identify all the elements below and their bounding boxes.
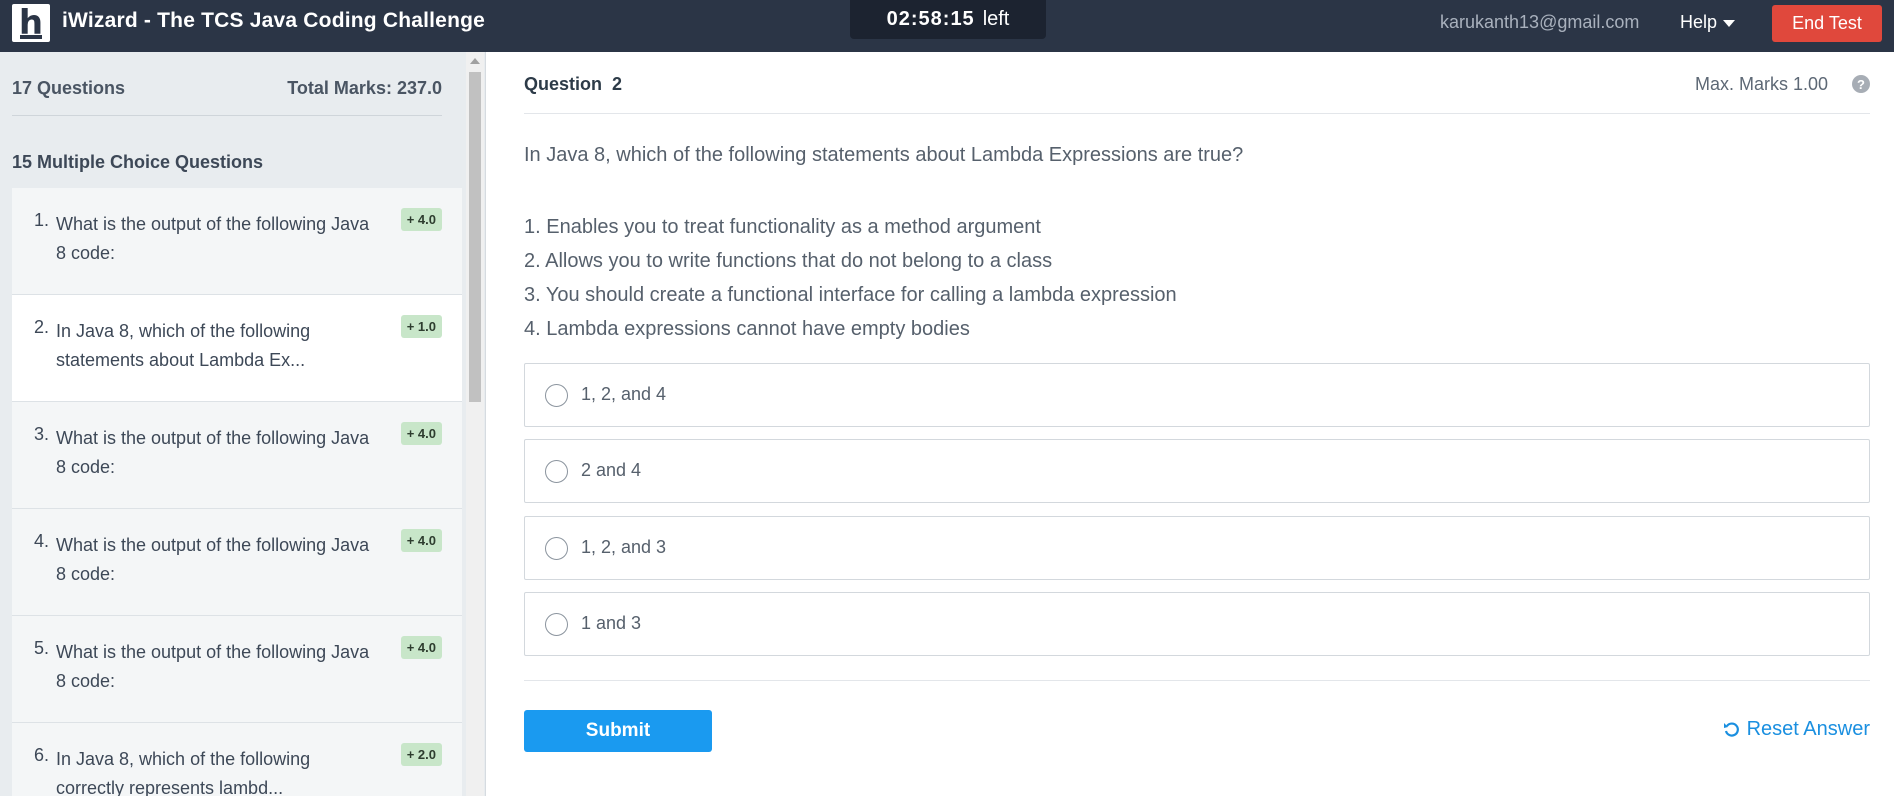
statement: 2. Allows you to write functions that do… (524, 250, 1053, 272)
reset-label: Reset Answer (1746, 718, 1870, 740)
question-statements: 1. Enables you to treat functionality as… (524, 210, 1177, 346)
question-number: 2. (34, 317, 50, 337)
option-label: 2 and 4 (581, 460, 642, 480)
question-list-item[interactable]: 3. What is the output of the following J… (12, 402, 462, 509)
question-text: In Java 8, which of the following statem… (524, 144, 1244, 166)
statement: 4. Lambda expressions cannot have empty … (524, 318, 970, 340)
reset-answer-link[interactable]: Reset Answer (1723, 718, 1870, 741)
question-preview: In Java 8, which of the following statem… (56, 321, 311, 370)
question-preview: What is the output of the following Java… (56, 214, 370, 263)
scroll-up-arrow-icon[interactable] (470, 58, 480, 64)
sidebar-summary: 17 Questions Total Marks: 237.0 (12, 78, 442, 116)
question-list-item[interactable]: 1. What is the output of the following J… (12, 188, 462, 295)
question-number: 1. (34, 210, 50, 230)
countdown-timer: 02:58:15 left (850, 0, 1046, 39)
option-label: 1 and 3 (581, 613, 642, 633)
marks-badge: + 4.0 (400, 529, 442, 552)
caret-down-icon (1723, 20, 1736, 27)
answer-option-4[interactable]: 1 and 3 (524, 592, 1870, 656)
scroll-thumb[interactable] (469, 72, 481, 402)
marks-badge: + 4.0 (400, 636, 442, 659)
answer-option-3[interactable]: 1, 2, and 3 (524, 516, 1870, 580)
answer-option-1[interactable]: 1, 2, and 4 (524, 363, 1870, 427)
option-label: 1, 2, and 3 (581, 537, 667, 557)
question-number: 6. (34, 745, 50, 765)
timer-suffix: left (982, 8, 1010, 30)
question-help-icon[interactable]: ? (1852, 75, 1870, 93)
sidebar-scrollbar[interactable] (466, 52, 484, 796)
app-title: iWizard - The TCS Java Coding Challenge (62, 9, 486, 32)
question-panel: Question 2 Max. Marks 1.00 ? In Java 8, w… (486, 52, 1894, 796)
radio-button[interactable] (545, 460, 568, 483)
question-label: Question 2 (524, 74, 622, 95)
question-preview: What is the output of the following Java… (56, 642, 370, 691)
question-list-item[interactable]: 6. In Java 8, which of the following cor… (12, 723, 462, 796)
marks-badge: + 2.0 (400, 743, 442, 766)
help-label: Help (1680, 12, 1718, 32)
question-list-item[interactable]: 4. What is the output of the following J… (12, 509, 462, 616)
marks-badge: + 1.0 (400, 315, 442, 338)
max-marks: Max. Marks 1.00 (1694, 74, 1828, 94)
mcq-section-heading: 15 Multiple Choice Questions (12, 152, 264, 172)
question-preview: In Java 8, which of the following correc… (56, 749, 311, 796)
top-bar: h iWizard - The TCS Java Coding Challeng… (0, 0, 1894, 52)
question-number: 2 (612, 74, 623, 94)
question-sidebar: 17 Questions Total Marks: 237.0 15 Multi… (0, 52, 486, 796)
question-preview: What is the output of the following Java… (56, 428, 370, 477)
radio-button[interactable] (545, 537, 568, 560)
statement: 1. Enables you to treat functionality as… (524, 216, 1041, 238)
question-list-item[interactable]: 5. What is the output of the following J… (12, 616, 462, 723)
question-list-item-active[interactable]: 2. In Java 8, which of the following sta… (12, 295, 462, 402)
submit-button[interactable]: Submit (524, 710, 712, 752)
end-test-button[interactable]: End Test (1772, 5, 1882, 42)
divider (524, 680, 1870, 681)
user-email: karukanth13@gmail.com (1440, 12, 1640, 32)
marks-badge: + 4.0 (400, 208, 442, 231)
question-number: 4. (34, 531, 50, 551)
hackerearth-logo: h (12, 4, 50, 42)
radio-button[interactable] (545, 613, 568, 636)
marks-badge: + 4.0 (400, 422, 442, 445)
question-number: 3. (34, 424, 50, 444)
question-number: 5. (34, 638, 50, 658)
question-list: 1. What is the output of the following J… (12, 188, 462, 796)
question-label-text: Question (524, 74, 603, 94)
total-marks: Total Marks: 237.0 (287, 78, 442, 98)
radio-button[interactable] (545, 384, 568, 407)
statement: 3. You should create a functional interf… (524, 284, 1177, 306)
help-menu[interactable]: Help (1680, 12, 1736, 33)
reset-icon (1723, 721, 1741, 739)
timer-value: 02:58:15 (886, 8, 975, 30)
answer-option-2[interactable]: 2 and 4 (524, 439, 1870, 503)
questions-count: 17 Questions (12, 78, 126, 98)
option-label: 1, 2, and 4 (581, 384, 667, 404)
question-preview: What is the output of the following Java… (56, 535, 370, 584)
question-header: Question 2 Max. Marks 1.00 ? (524, 74, 1870, 114)
